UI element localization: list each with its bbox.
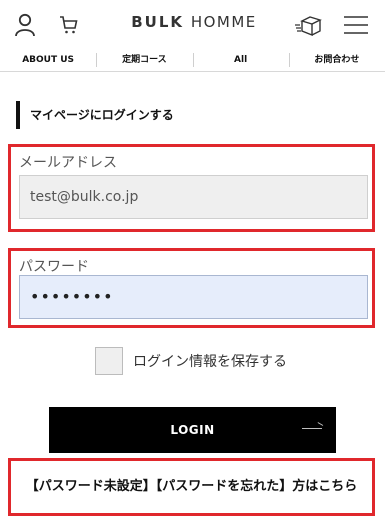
section-title: マイページにログインする bbox=[16, 101, 174, 129]
email-group: メールアドレス test@bulk.co.jp bbox=[8, 144, 375, 232]
nav-all[interactable]: All bbox=[192, 50, 289, 71]
nav-about-us[interactable]: ABOUT US bbox=[0, 50, 96, 71]
nav-subscription[interactable]: 定期コース bbox=[96, 50, 192, 71]
password-group: パスワード •••••••• bbox=[8, 248, 375, 328]
password-label: パスワード bbox=[19, 259, 89, 275]
email-label: メールアドレス bbox=[19, 155, 117, 171]
remember-checkbox[interactable] bbox=[95, 347, 123, 375]
nav-contact[interactable]: お問合わせ bbox=[288, 50, 385, 71]
forgot-password-link[interactable]: 【パスワード未設定】【パスワードを忘れた】方はこちら bbox=[8, 458, 375, 516]
menu-icon[interactable] bbox=[343, 10, 369, 40]
arrow-right-icon bbox=[302, 428, 322, 429]
logo-bold: BULK bbox=[131, 13, 185, 31]
remember-login: ログイン情報を保存する bbox=[95, 347, 287, 375]
remember-label[interactable]: ログイン情報を保存する bbox=[133, 351, 287, 371]
logo-light: HOMME bbox=[190, 13, 257, 31]
password-field[interactable]: •••••••• bbox=[19, 275, 368, 319]
cart-icon[interactable] bbox=[58, 10, 80, 40]
email-field[interactable]: test@bulk.co.jp bbox=[19, 175, 368, 219]
forgot-password-text: 【パスワード未設定】【パスワードを忘れた】方はこちら bbox=[25, 479, 358, 494]
brand-logo[interactable]: BULK HOMME bbox=[124, 13, 264, 31]
login-button-label: LOGIN bbox=[170, 423, 215, 437]
box-icon[interactable] bbox=[293, 10, 323, 40]
header: BULK HOMME bbox=[0, 0, 385, 48]
login-button[interactable]: LOGIN bbox=[49, 407, 336, 453]
user-icon[interactable] bbox=[12, 10, 38, 40]
main-nav: ABOUT US 定期コース All お問合わせ bbox=[0, 50, 385, 72]
